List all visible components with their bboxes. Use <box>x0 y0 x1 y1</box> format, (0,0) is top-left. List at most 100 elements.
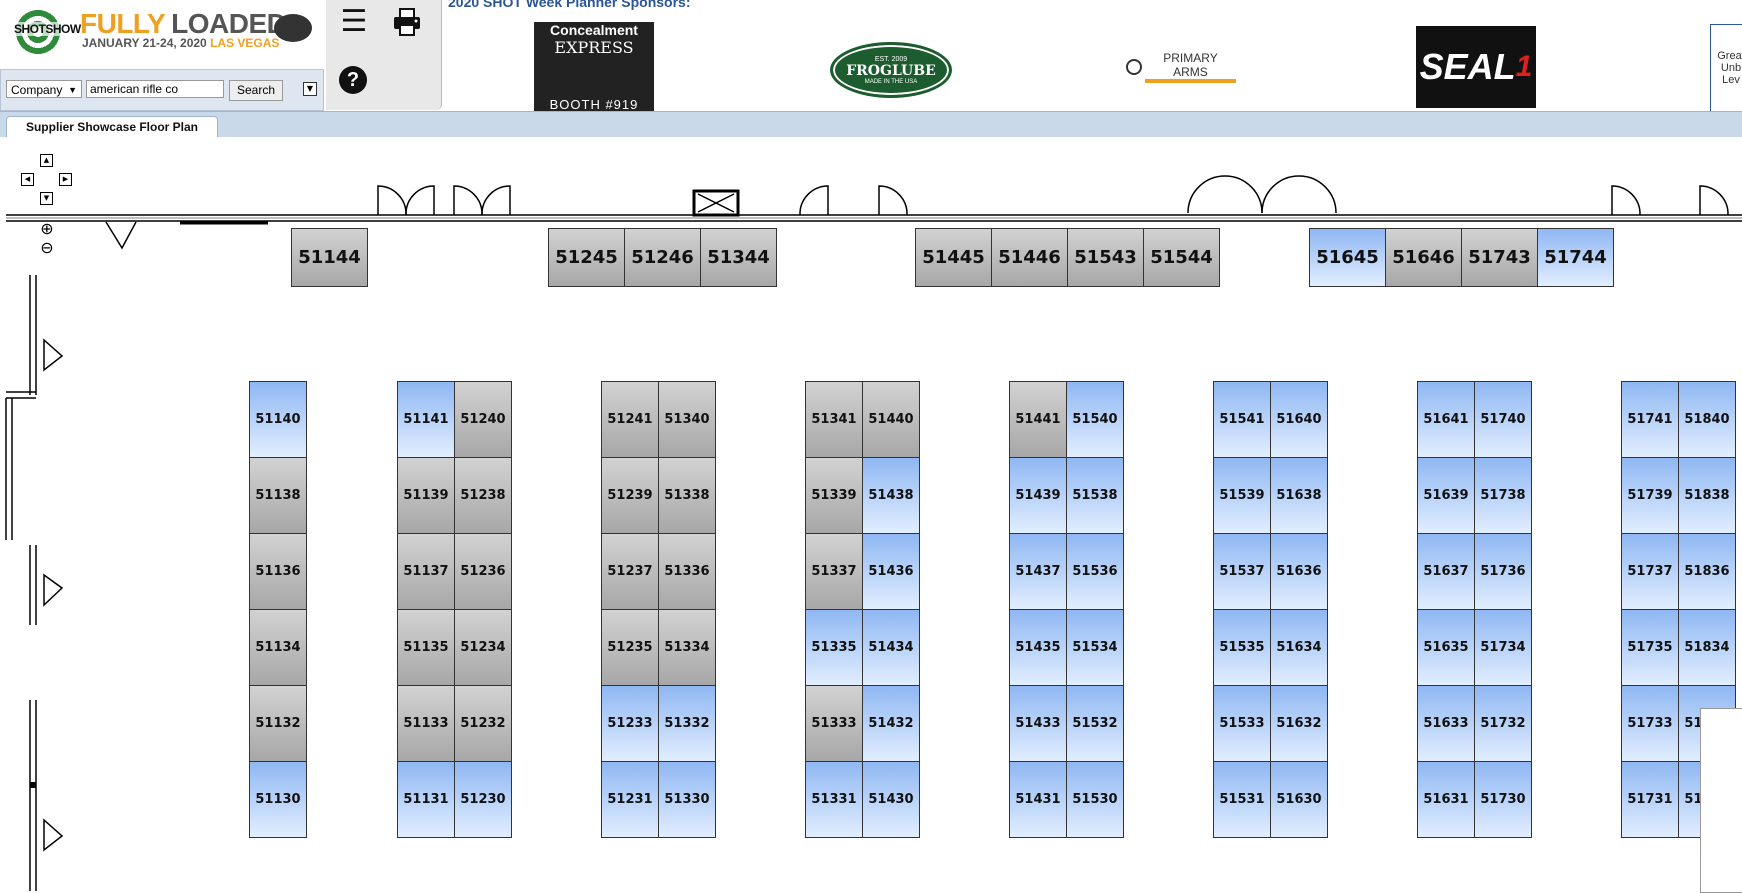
booth-51634[interactable]: 51634 <box>1270 609 1328 686</box>
collapse-toggle-icon[interactable]: ▼ <box>303 82 317 96</box>
booth-51234[interactable]: 51234 <box>454 609 512 686</box>
booth-51630[interactable]: 51630 <box>1270 761 1328 838</box>
booth-51236[interactable]: 51236 <box>454 533 512 610</box>
booth-51132[interactable]: 51132 <box>249 685 307 762</box>
booth-51134[interactable]: 51134 <box>249 609 307 686</box>
booth-51433[interactable]: 51433 <box>1009 685 1067 762</box>
booth-51544[interactable]: 51544 <box>1143 228 1220 287</box>
booth-51737[interactable]: 51737 <box>1621 533 1679 610</box>
booth-51344[interactable]: 51344 <box>700 228 777 287</box>
booth-51635[interactable]: 51635 <box>1417 609 1475 686</box>
booth-51133[interactable]: 51133 <box>397 685 455 762</box>
booth-51341[interactable]: 51341 <box>805 381 863 458</box>
booth-51736[interactable]: 51736 <box>1474 533 1532 610</box>
booth-51738[interactable]: 51738 <box>1474 457 1532 534</box>
booth-51537[interactable]: 51537 <box>1213 533 1271 610</box>
booth-51239[interactable]: 51239 <box>601 457 659 534</box>
booth-51631[interactable]: 51631 <box>1417 761 1475 838</box>
booth-51534[interactable]: 51534 <box>1066 609 1124 686</box>
tab-supplier-showcase[interactable]: Supplier Showcase Floor Plan <box>6 116 218 137</box>
booth-51633[interactable]: 51633 <box>1417 685 1475 762</box>
booth-51632[interactable]: 51632 <box>1270 685 1328 762</box>
booth-51432[interactable]: 51432 <box>862 685 920 762</box>
booth-51640[interactable]: 51640 <box>1270 381 1328 458</box>
booth-51530[interactable]: 51530 <box>1066 761 1124 838</box>
booth-51541[interactable]: 51541 <box>1213 381 1271 458</box>
booth-51532[interactable]: 51532 <box>1066 685 1124 762</box>
booth-51840[interactable]: 51840 <box>1678 381 1736 458</box>
question-circle-icon[interactable]: ? <box>339 66 367 94</box>
booth-51135[interactable]: 51135 <box>397 609 455 686</box>
sponsor-partial[interactable]: Great Unb Lev <box>1710 24 1742 112</box>
booth-51539[interactable]: 51539 <box>1213 457 1271 534</box>
booth-51138[interactable]: 51138 <box>249 457 307 534</box>
sponsor-primary-arms[interactable]: PRIMARY ARMS <box>1126 51 1236 83</box>
booth-51733[interactable]: 51733 <box>1621 685 1679 762</box>
booth-51441[interactable]: 51441 <box>1009 381 1067 458</box>
booth-51531[interactable]: 51531 <box>1213 761 1271 838</box>
booth-51235[interactable]: 51235 <box>601 609 659 686</box>
booth-51440[interactable]: 51440 <box>862 381 920 458</box>
booth-51237[interactable]: 51237 <box>601 533 659 610</box>
booth-51730[interactable]: 51730 <box>1474 761 1532 838</box>
booth-51137[interactable]: 51137 <box>397 533 455 610</box>
booth-51140[interactable]: 51140 <box>249 381 307 458</box>
booth-51434[interactable]: 51434 <box>862 609 920 686</box>
booth-51744[interactable]: 51744 <box>1537 228 1614 287</box>
booth-51645[interactable]: 51645 <box>1309 228 1386 287</box>
booth-51240[interactable]: 51240 <box>454 381 512 458</box>
booth-51232[interactable]: 51232 <box>454 685 512 762</box>
booth-51638[interactable]: 51638 <box>1270 457 1328 534</box>
booth-51331[interactable]: 51331 <box>805 761 863 838</box>
booth-51437[interactable]: 51437 <box>1009 533 1067 610</box>
booth-51639[interactable]: 51639 <box>1417 457 1475 534</box>
booth-51439[interactable]: 51439 <box>1009 457 1067 534</box>
booth-51445[interactable]: 51445 <box>915 228 992 287</box>
booth-51144[interactable]: 51144 <box>291 228 368 287</box>
booth-51336[interactable]: 51336 <box>658 533 716 610</box>
booth-51233[interactable]: 51233 <box>601 685 659 762</box>
booth-51131[interactable]: 51131 <box>397 761 455 838</box>
booth-51436[interactable]: 51436 <box>862 533 920 610</box>
booth-51731[interactable]: 51731 <box>1621 761 1679 838</box>
booth-51334[interactable]: 51334 <box>658 609 716 686</box>
booth-51535[interactable]: 51535 <box>1213 609 1271 686</box>
booth-51136[interactable]: 51136 <box>249 533 307 610</box>
printer-icon[interactable] <box>392 8 422 36</box>
booth-51231[interactable]: 51231 <box>601 761 659 838</box>
booth-51533[interactable]: 51533 <box>1213 685 1271 762</box>
booth-51741[interactable]: 51741 <box>1621 381 1679 458</box>
booth-51438[interactable]: 51438 <box>862 457 920 534</box>
booth-51543[interactable]: 51543 <box>1067 228 1144 287</box>
booth-51141[interactable]: 51141 <box>397 381 455 458</box>
booth-51636[interactable]: 51636 <box>1270 533 1328 610</box>
booth-51333[interactable]: 51333 <box>805 685 863 762</box>
booth-51238[interactable]: 51238 <box>454 457 512 534</box>
booth-51340[interactable]: 51340 <box>658 381 716 458</box>
booth-51641[interactable]: 51641 <box>1417 381 1475 458</box>
booth-51130[interactable]: 51130 <box>249 761 307 838</box>
booth-51335[interactable]: 51335 <box>805 609 863 686</box>
hamburger-menu-icon[interactable]: ☰ <box>336 4 372 40</box>
booth-51339[interactable]: 51339 <box>805 457 863 534</box>
booth-51732[interactable]: 51732 <box>1474 685 1532 762</box>
booth-51332[interactable]: 51332 <box>658 685 716 762</box>
search-input[interactable] <box>86 80 224 98</box>
booth-51337[interactable]: 51337 <box>805 533 863 610</box>
booth-51245[interactable]: 51245 <box>548 228 625 287</box>
booth-51836[interactable]: 51836 <box>1678 533 1736 610</box>
booth-51734[interactable]: 51734 <box>1474 609 1532 686</box>
search-filter-select[interactable]: Company ▼ <box>6 80 82 98</box>
booth-51637[interactable]: 51637 <box>1417 533 1475 610</box>
booth-51739[interactable]: 51739 <box>1621 457 1679 534</box>
booth-51536[interactable]: 51536 <box>1066 533 1124 610</box>
booth-51338[interactable]: 51338 <box>658 457 716 534</box>
booth-51838[interactable]: 51838 <box>1678 457 1736 534</box>
search-button[interactable]: Search <box>229 80 283 101</box>
booth-51743[interactable]: 51743 <box>1461 228 1538 287</box>
booth-51230[interactable]: 51230 <box>454 761 512 838</box>
booth-51241[interactable]: 51241 <box>601 381 659 458</box>
booth-51540[interactable]: 51540 <box>1066 381 1124 458</box>
booth-51246[interactable]: 51246 <box>624 228 701 287</box>
booth-51139[interactable]: 51139 <box>397 457 455 534</box>
